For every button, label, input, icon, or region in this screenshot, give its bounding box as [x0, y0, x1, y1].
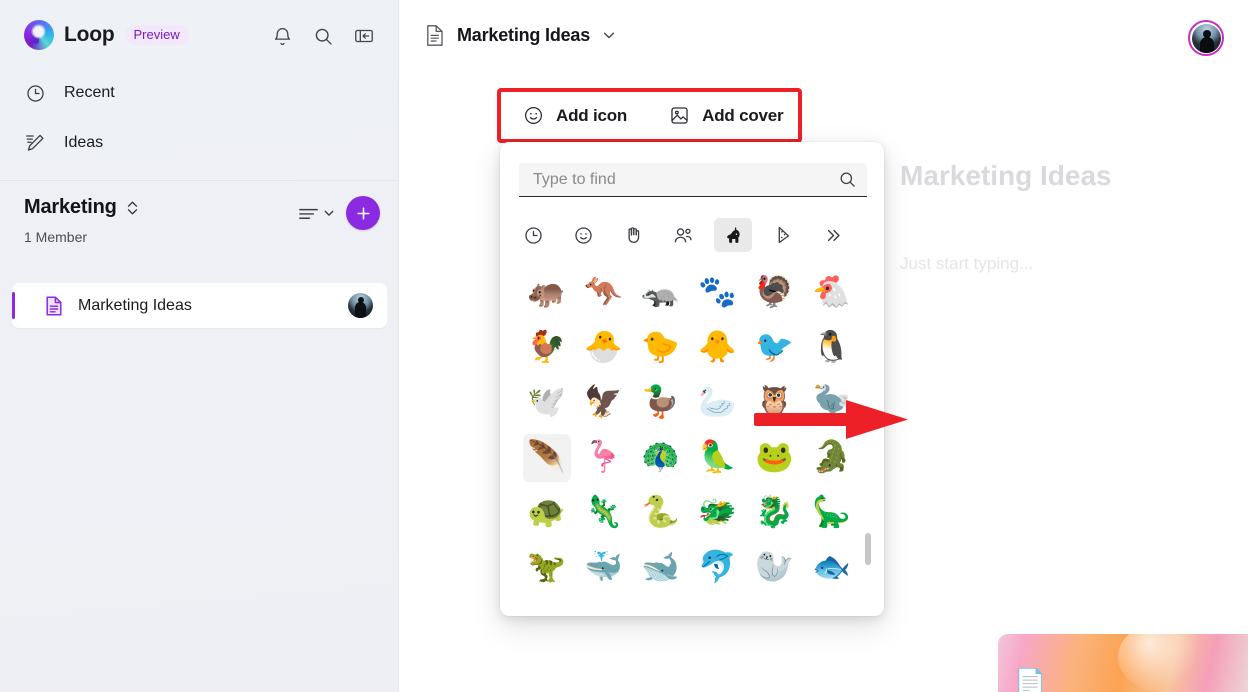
clock-icon — [24, 82, 46, 104]
sidebar-divider — [0, 180, 399, 181]
tab-people[interactable] — [664, 218, 702, 252]
emoji-feather[interactable]: 🪶 — [522, 433, 571, 482]
smiley-face-icon — [523, 105, 544, 126]
emoji-spouting-whale[interactable]: 🐳 — [580, 544, 628, 592]
workspace-member-count: 1 Member — [24, 229, 88, 245]
sidebar-header: Loop Preview Recent Ideas — [0, 0, 398, 180]
selected-indicator — [12, 292, 15, 319]
chevron-down-icon[interactable] — [602, 28, 616, 42]
image-icon — [669, 105, 690, 126]
search-icon[interactable] — [838, 170, 857, 189]
emoji-snake[interactable]: 🐍 — [637, 489, 685, 537]
emoji-seal[interactable]: 🦭 — [751, 544, 799, 592]
loop-logo-icon — [24, 20, 54, 50]
emoji-search-field[interactable] — [519, 163, 867, 197]
emoji-t-rex[interactable]: 🦖 — [523, 544, 571, 592]
emoji-eagle[interactable]: 🦅 — [580, 379, 628, 427]
sidebar-item-recent[interactable]: Recent — [24, 76, 115, 110]
body-placeholder-ghost: Just start typing... — [900, 254, 1034, 273]
page-document-icon — [44, 295, 66, 317]
emoji-paw-prints[interactable]: 🐾 — [694, 269, 742, 317]
list-item-label: Marketing Ideas — [78, 296, 192, 314]
emoji-swan[interactable]: 🦢 — [694, 379, 742, 427]
loop-app-window: Loop Preview Recent Ideas Marketing 1 Me… — [0, 0, 1248, 692]
emoji-kangaroo[interactable]: 🦘 — [580, 269, 628, 317]
search-icon[interactable] — [309, 22, 337, 50]
collapse-sidebar-icon[interactable] — [350, 22, 378, 50]
emoji-dragon-face[interactable]: 🐲 — [694, 489, 742, 537]
recent-cards-row: 📄 🦄 💎 — [998, 634, 1248, 692]
sidebar: Loop Preview Recent Ideas Marketing 1 Me… — [0, 0, 399, 692]
user-avatar[interactable] — [1188, 20, 1224, 56]
document-heading-ghost: Marketing Ideas — [900, 160, 1112, 191]
tab-food[interactable] — [764, 218, 802, 252]
emoji-fish[interactable]: 🐟 — [808, 544, 856, 592]
plus-icon — [356, 206, 370, 220]
emoji-front-facing-baby-chick[interactable]: 🐥 — [694, 324, 742, 372]
emoji-turkey[interactable]: 🦃 — [751, 269, 799, 317]
annotation-arrow — [754, 400, 908, 439]
emoji-turtle[interactable]: 🐢 — [523, 489, 571, 537]
search-input[interactable] — [533, 170, 838, 189]
breadcrumb[interactable]: Marketing Ideas — [425, 24, 616, 46]
emoji-parrot[interactable]: 🦜 — [694, 434, 742, 482]
emoji-skunk[interactable]: 🦛 — [523, 269, 571, 317]
emoji-baby-chick[interactable]: 🐤 — [637, 324, 685, 372]
emoji-dragon[interactable]: 🐉 — [751, 489, 799, 537]
add-icon-button[interactable]: Add icon — [523, 105, 627, 126]
emoji-whale[interactable]: 🐋 — [637, 544, 685, 592]
emoji-dove[interactable]: 🕊️ — [523, 379, 571, 427]
preview-badge: Preview — [124, 25, 189, 45]
emoji-sauropod[interactable]: 🦕 — [808, 489, 856, 537]
sidebar-item-ideas[interactable]: Ideas — [24, 126, 103, 160]
document-icon — [425, 24, 445, 46]
user-avatar-image — [1191, 23, 1221, 53]
emoji-duck[interactable]: 🦆 — [637, 379, 685, 427]
notifications-bell-icon[interactable] — [268, 22, 296, 50]
emoji-chicken[interactable]: 🐔 — [808, 269, 856, 317]
emoji-category-tabs — [514, 216, 870, 254]
workspace-name: Marketing — [24, 196, 117, 218]
emoji-badger[interactable]: 🦡 — [637, 269, 685, 317]
tab-gestures[interactable] — [614, 218, 652, 252]
page-title: Marketing Ideas — [457, 24, 591, 45]
tab-recent[interactable] — [514, 218, 552, 252]
sidebar-item-label: Ideas — [64, 134, 104, 151]
page-list: Marketing Ideas — [12, 283, 387, 328]
more-chevrons-icon[interactable] — [814, 218, 852, 252]
emoji-flamingo[interactable]: 🦩 — [580, 434, 628, 482]
emoji-hatching-chick[interactable]: 🐣 — [580, 324, 628, 372]
add-cover-label: Add cover — [702, 105, 784, 125]
sort-order-button[interactable] — [297, 203, 335, 223]
emoji-dolphin[interactable]: 🐬 — [694, 544, 742, 592]
chevron-updown-icon — [126, 199, 139, 217]
tab-animals[interactable] — [714, 218, 752, 252]
annotation-highlight-box: Add icon Add cover — [497, 88, 802, 143]
add-decoration-bar: Add icon Add cover — [501, 92, 798, 139]
workspace-actions — [297, 196, 380, 230]
workspace-switcher[interactable]: Marketing — [24, 196, 139, 219]
add-cover-button[interactable]: Add cover — [669, 105, 784, 126]
list-item-marketing-ideas[interactable]: Marketing Ideas — [12, 283, 387, 328]
card-emoji: 📄 — [1014, 668, 1047, 692]
emoji-peacock[interactable]: 🦚 — [637, 434, 685, 482]
chevron-down-icon — [324, 210, 334, 216]
avatar — [348, 293, 373, 318]
emoji-penguin[interactable]: 🐧 — [808, 324, 856, 372]
add-page-button[interactable] — [346, 196, 380, 230]
sidebar-item-label: Recent — [64, 84, 115, 101]
emoji-bird[interactable]: 🐦 — [751, 324, 799, 372]
emoji-lizard[interactable]: 🦎 — [580, 489, 628, 537]
emoji-rooster[interactable]: 🐓 — [523, 324, 571, 372]
pencil-idea-icon — [24, 132, 46, 154]
sidebar-top-actions — [268, 22, 378, 50]
brand: Loop Preview — [24, 20, 189, 50]
brand-name: Loop — [64, 23, 115, 46]
card-document[interactable]: 📄 — [998, 634, 1248, 692]
emoji-picker-panel: 🦛🦘🦡🐾🦃🐔🐓🐣🐤🐥🐦🐧🕊️🦅🦆🦢🦉🦤🪶🦩🦚🦜🐸🐊🐢🦎🐍🐲🐉🦕🦖🐳🐋🐬🦭🐟 — [500, 142, 884, 616]
add-icon-label: Add icon — [556, 105, 628, 125]
scrollbar-thumb[interactable] — [865, 533, 871, 565]
tab-smileys[interactable] — [564, 218, 602, 252]
